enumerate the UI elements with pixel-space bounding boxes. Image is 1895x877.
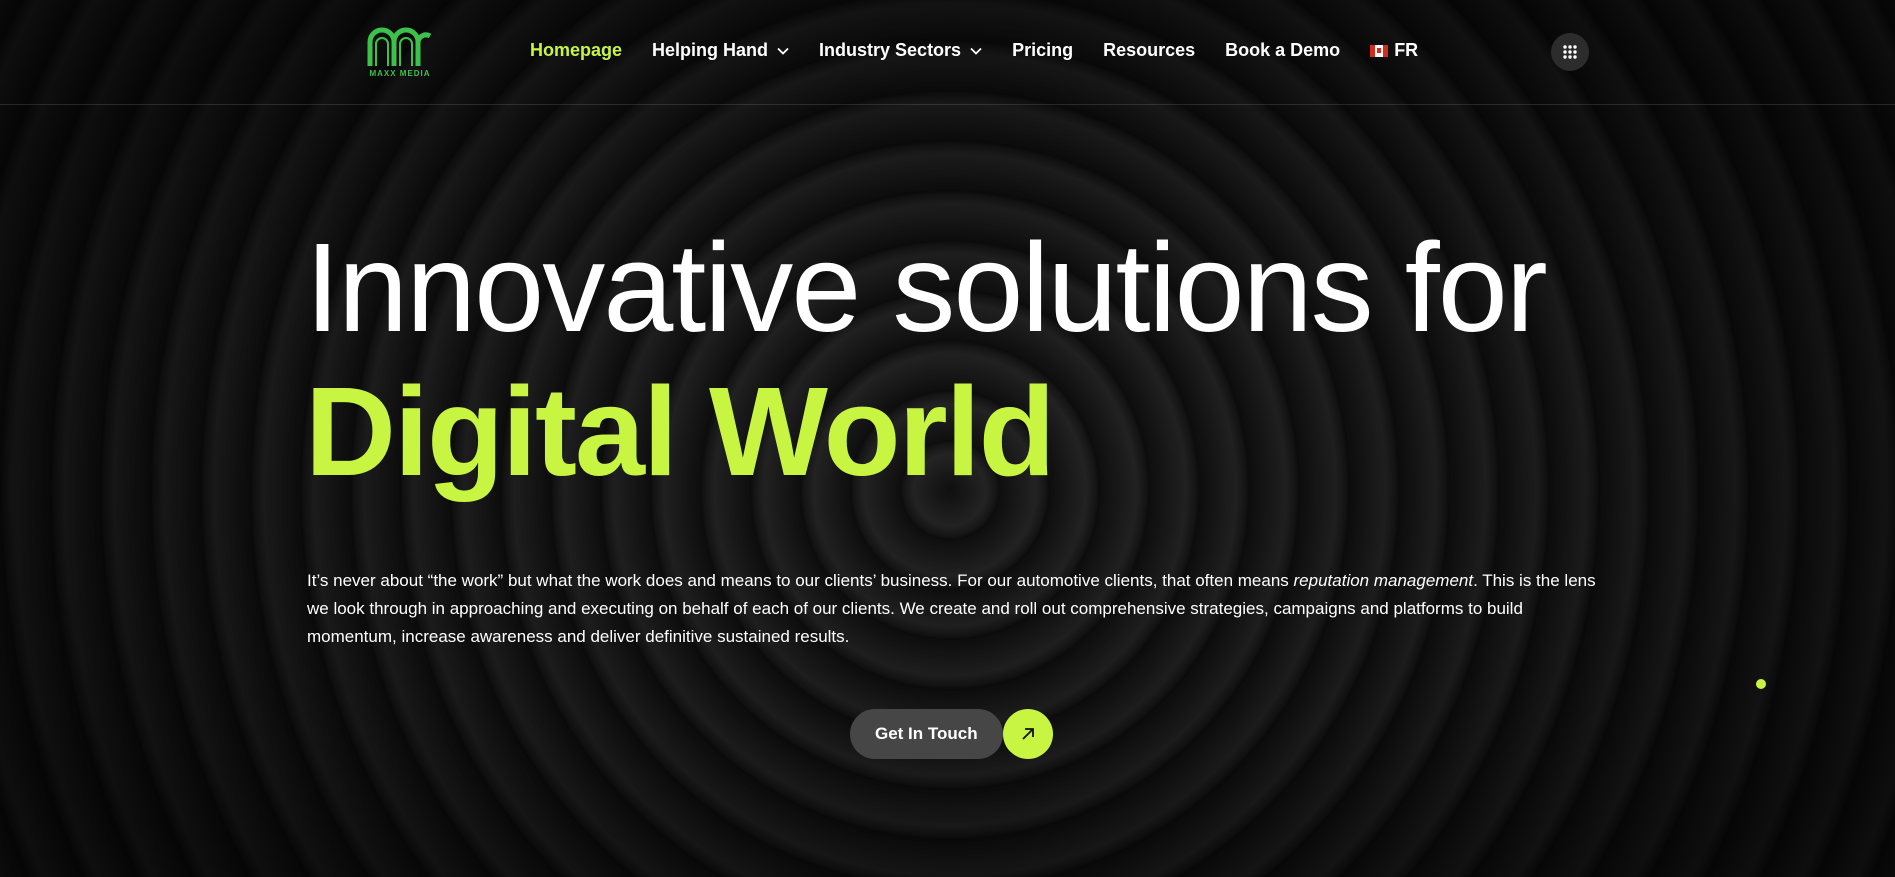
arrow-up-right-icon — [1021, 728, 1034, 740]
site-header: MAXX MEDIA Homepage Helping Hand Industr… — [0, 0, 1895, 105]
cursor-dot — [1756, 679, 1766, 689]
hero-description-part1: It’s never about “the work” but what the… — [307, 571, 1294, 590]
hero-title-line2: Digital World — [305, 361, 1056, 502]
logo-mark-icon — [367, 27, 432, 66]
chevron-down-icon — [777, 47, 789, 55]
language-switcher[interactable]: FR — [1370, 40, 1418, 61]
nav-industry-sectors[interactable]: Industry Sectors — [819, 40, 982, 61]
get-in-touch-cta: Get In Touch — [850, 709, 1053, 759]
hero-title-line1: Innovative solutions for — [305, 217, 1548, 358]
arrow-up-right-button[interactable] — [1002, 709, 1053, 759]
chevron-down-icon — [970, 47, 982, 55]
hero-description-emphasis: reputation management — [1293, 571, 1474, 590]
main-nav: Homepage Helping Hand Industry Sectors P… — [530, 40, 1448, 61]
page: MAXX MEDIA Homepage Helping Hand Industr… — [0, 0, 1895, 877]
hero-description: It’s never about “the work” but what the… — [307, 567, 1597, 651]
nav-helping-hand-label: Helping Hand — [652, 40, 769, 60]
logo-text: MAXX MEDIA — [369, 69, 431, 78]
nav-pricing[interactable]: Pricing — [1012, 40, 1073, 61]
logo[interactable]: MAXX MEDIA — [362, 22, 438, 82]
nav-industry-sectors-label: Industry Sectors — [819, 40, 962, 60]
nav-homepage[interactable]: Homepage — [530, 40, 622, 61]
menu-grid-button[interactable] — [1551, 33, 1589, 71]
nav-homepage-label: Homepage — [530, 40, 623, 60]
nav-helping-hand[interactable]: Helping Hand — [652, 40, 789, 61]
grid-icon — [1563, 45, 1577, 59]
canada-flag-icon — [1370, 44, 1389, 57]
nav-book-a-demo[interactable]: Book a Demo — [1225, 40, 1340, 61]
nav-pricing-label: Pricing — [1012, 40, 1074, 60]
nav-resources-label: Resources — [1103, 40, 1196, 60]
get-in-touch-button[interactable]: Get In Touch — [850, 709, 1003, 759]
nav-book-a-demo-label: Book a Demo — [1225, 40, 1341, 60]
language-label: FR — [1394, 40, 1419, 60]
nav-resources[interactable]: Resources — [1103, 40, 1195, 61]
